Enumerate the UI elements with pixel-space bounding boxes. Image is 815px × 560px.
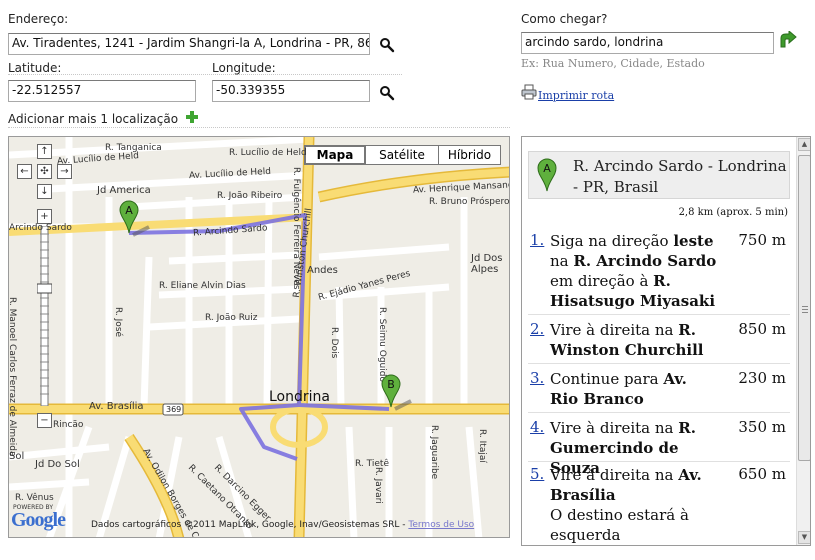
search-icon[interactable]	[379, 85, 395, 101]
street-label: R. João Ruiz	[205, 313, 258, 323]
add-icon[interactable]	[186, 111, 198, 123]
zoom-in-button[interactable]: +	[37, 209, 52, 224]
destination-box: A R. Arcindo Sardo - Londrina - PR, Bras…	[528, 151, 790, 199]
address-input[interactable]: Av. Tiradentes, 1241 - Jardim Shangri-la…	[8, 33, 370, 55]
street-label: Arcindo Sardo	[9, 223, 72, 233]
longitude-input[interactable]: -50.339355	[212, 80, 370, 102]
direction-step: 1. Siga na direção leste na R. Arcindo S…	[528, 231, 790, 315]
divider	[8, 127, 510, 128]
step-distance: 650 m	[738, 465, 786, 483]
step-number[interactable]: 1.	[530, 231, 544, 249]
street-label: R. Vênus	[15, 493, 54, 503]
step-distance: 750 m	[738, 231, 786, 249]
map-canvas[interactable]: Mapa Satélite Híbrido ↑ ← ✣ → ↓ + − R. T…	[8, 136, 510, 538]
direction-step: 2. Vire à direita na R. Winston Churchil…	[528, 320, 790, 364]
pan-center-button[interactable]: ✣	[37, 164, 52, 179]
scroll-up-button[interactable]: ▲	[798, 138, 810, 151]
google-logo[interactable]: Google	[11, 509, 66, 532]
street-label: Andes	[307, 265, 338, 276]
street-label: Jd Do Sol	[35, 459, 80, 470]
step-number[interactable]: 5.	[530, 465, 544, 483]
step-number[interactable]: 4.	[530, 418, 544, 436]
map-type-hibrido[interactable]: Híbrido	[438, 145, 501, 165]
svg-text:B: B	[387, 378, 395, 391]
print-route-link[interactable]: Imprimir rota	[538, 89, 614, 102]
add-location-label[interactable]: Adicionar mais 1 localização	[8, 112, 178, 126]
city-label: Londrina	[269, 389, 330, 405]
street-label: R. Manoel Carlos Ferraz de Almeida	[8, 297, 17, 457]
step-number[interactable]: 2.	[530, 320, 544, 338]
route-shield: 369	[166, 405, 182, 414]
route-hint: Ex: Rua Numero, Cidade, Estado	[521, 57, 705, 70]
latitude-input[interactable]: -22.512557	[8, 80, 196, 102]
step-distance: 850 m	[738, 320, 786, 338]
street-label: R. Javari	[373, 467, 383, 504]
street-label: R. Seimu Oguido	[377, 307, 387, 382]
latitude-label: Latitude:	[8, 61, 62, 75]
marker-a-icon[interactable]: A	[119, 199, 159, 239]
street-label: R. Bruno Próspero	[429, 197, 510, 207]
pan-up-button[interactable]: ↑	[37, 144, 52, 159]
street-label: Rincão	[53, 420, 84, 430]
destination-address: R. Arcindo Sardo - Londrina - PR, Brasil	[573, 157, 787, 196]
map-type-mapa[interactable]: Mapa	[304, 145, 366, 165]
divider	[8, 74, 402, 75]
direction-step: 5. Vire à direita na Av. Brasília O desti…	[528, 465, 790, 545]
street-label: R. Lucílio de Held	[229, 148, 307, 158]
search-icon[interactable]	[379, 37, 395, 53]
step-text: Vire à direita na Av. Brasília O destino …	[550, 466, 702, 544]
street-label: R. João Ribeiro	[217, 191, 283, 201]
street-label: Jd America	[97, 185, 151, 196]
scrollbar[interactable]: ▲ ▼	[796, 137, 810, 545]
step-text: Vire à direita na R. Winston Churchill	[550, 321, 704, 359]
pan-down-button[interactable]: ↓	[37, 184, 52, 199]
street-label: R. Tietê	[355, 459, 389, 469]
route-input[interactable]: arcindo sardo, londrina	[521, 32, 774, 54]
step-distance: 350 m	[738, 418, 786, 436]
svg-text:A: A	[543, 162, 551, 175]
map-type-satelite[interactable]: Satélite	[365, 145, 439, 165]
longitude-label: Longitude:	[212, 61, 276, 75]
direction-step: 3. Continue para Av. Rio Branco 230 m	[528, 369, 790, 413]
route-label: Como chegar?	[521, 12, 608, 26]
step-number[interactable]: 3.	[530, 369, 544, 387]
step-distance: 230 m	[738, 369, 786, 387]
go-arrow-icon[interactable]	[778, 31, 798, 51]
street-label: R. Jaguaribe	[429, 425, 439, 480]
svg-text:A: A	[125, 204, 133, 217]
street-label: R. Itajaí	[477, 429, 487, 463]
street-label: R. Eliane Alvin Dias	[159, 281, 246, 291]
printer-icon[interactable]	[521, 84, 537, 100]
attribution-text: Dados cartográficos ©2011 MapLink, Googl…	[91, 520, 406, 530]
marker-a-icon: A	[537, 158, 557, 192]
marker-b-icon[interactable]: B	[381, 373, 421, 413]
direction-step: 4. Vire à direita na R. Gumercindo de So…	[528, 418, 790, 477]
route-summary: 2,8 km (aprox. 5 min)	[678, 207, 788, 218]
street-label: Jd Dos Alpes	[471, 253, 503, 275]
street-label: Av. Brasília	[89, 401, 144, 412]
address-label: Endereço:	[8, 12, 69, 26]
street-label: Sol	[9, 451, 25, 462]
terms-link[interactable]: Termos de Uso	[408, 520, 474, 530]
street-label: R. José	[113, 307, 123, 338]
step-text: Continue para Av. Rio Branco	[550, 370, 687, 408]
zoom-slider[interactable]	[37, 226, 52, 406]
map-attribution: Dados cartográficos ©2011 MapLink, Googl…	[91, 520, 474, 530]
scroll-down-button[interactable]: ▼	[798, 531, 810, 544]
step-text: Siga na direção leste na R. Arcindo Sard…	[550, 232, 717, 310]
street-label: R. Dois	[329, 327, 339, 359]
scrollbar-thumb[interactable]	[798, 155, 810, 461]
zoom-out-button[interactable]: −	[37, 413, 52, 428]
pan-left-button[interactable]: ←	[17, 164, 32, 179]
directions-panel: A R. Arcindo Sardo - Londrina - PR, Bras…	[521, 136, 811, 546]
